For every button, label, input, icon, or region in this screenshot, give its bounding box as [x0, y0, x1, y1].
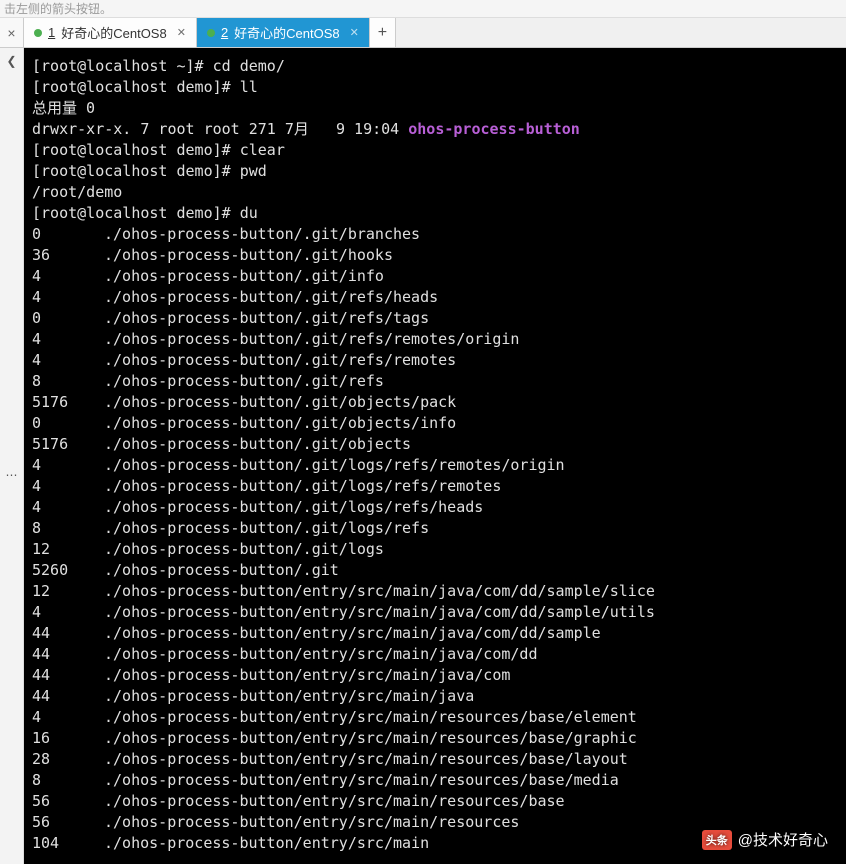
collapse-arrow-icon[interactable]: ❮ — [0, 54, 23, 68]
tab-session-2[interactable]: 2 好奇心的CentOS8 ✕ — [197, 18, 370, 47]
tab-number: 1 — [48, 25, 55, 40]
add-tab-button[interactable]: + — [370, 18, 396, 47]
top-hint-text: 击左侧的箭头按钮。 — [0, 0, 846, 18]
tab-label: 好奇心的CentOS8 — [61, 23, 166, 42]
close-panel-button[interactable]: × — [0, 18, 24, 47]
status-dot-icon — [207, 29, 215, 37]
status-dot-icon — [34, 29, 42, 37]
tab-number: 2 — [221, 25, 228, 40]
tab-session-1[interactable]: 1 好奇心的CentOS8 ✕ — [24, 18, 197, 47]
tab-bar: × 1 好奇心的CentOS8 ✕ 2 好奇心的CentOS8 ✕ + — [0, 18, 846, 48]
close-icon[interactable]: ✕ — [177, 26, 186, 39]
watermark: 头条 @技术好奇心 — [702, 829, 828, 850]
left-gutter: ❮ ⋯ — [0, 48, 24, 864]
more-dots-icon[interactable]: ⋯ — [0, 468, 23, 482]
terminal-output[interactable]: [root@localhost ~]# cd demo/ [root@local… — [24, 48, 846, 864]
tab-label: 好奇心的CentOS8 — [234, 23, 339, 42]
watermark-text: @技术好奇心 — [738, 829, 828, 850]
close-icon[interactable]: ✕ — [350, 26, 359, 39]
toutiao-logo-icon: 头条 — [702, 830, 732, 850]
